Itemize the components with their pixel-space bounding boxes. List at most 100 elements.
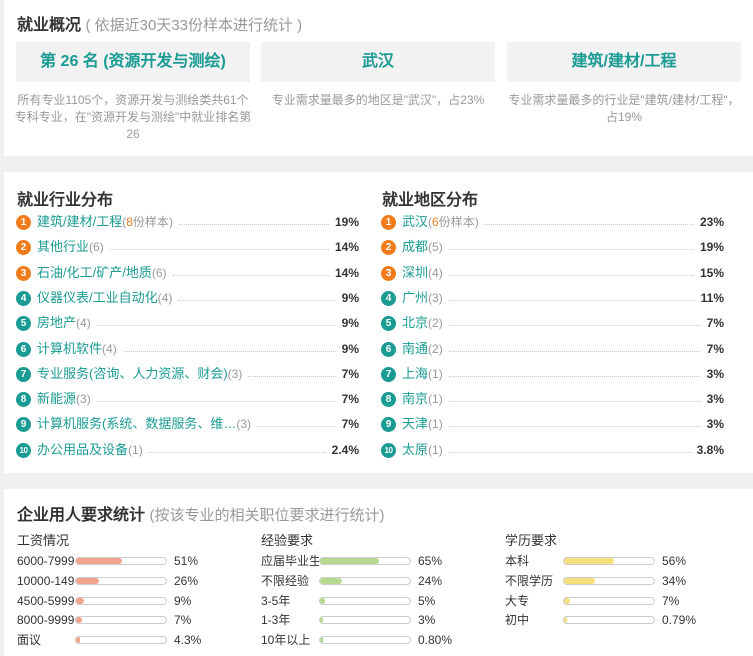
salary-bar (75, 636, 167, 645)
industry-row[interactable]: 3 石油/化工/矿产/地质(6) 14% (16, 263, 359, 283)
industry-name[interactable]: 办公用品及设备 (37, 442, 128, 457)
region-row[interactable]: 5 北京(2) 7% (381, 313, 724, 333)
industry-percentage: 7% (341, 392, 359, 407)
sample-count-value: 6 (432, 215, 439, 229)
education-percentage: 56% (662, 554, 687, 568)
region-row[interactable]: 3 深圳(4) 15% (381, 263, 724, 283)
industry-label: 石油/化工/矿产/地质(6) (37, 263, 167, 283)
industry-name[interactable]: 其他行业 (37, 239, 89, 254)
rank-badge: 6 (381, 341, 396, 357)
education-bar-fill (564, 577, 595, 584)
education-percentage: 7% (662, 593, 680, 608)
industry-percentage: 14% (334, 240, 359, 255)
rank-badge: 9 (381, 417, 396, 433)
rank-badge: 7 (381, 366, 396, 382)
leader-dots (173, 274, 329, 276)
leader-dots (449, 274, 694, 276)
salary-bar-fill (76, 637, 80, 644)
industry-row[interactable]: 1 建筑/建材/工程(8份样本) 19% (16, 212, 359, 232)
industry-name[interactable]: 房地产 (37, 315, 76, 330)
industry-row[interactable]: 10 办公用品及设备(1) 2.4% (16, 440, 359, 460)
region-row[interactable]: 2 成都(5) 19% (381, 237, 724, 257)
region-name[interactable]: 成都 (402, 239, 428, 254)
rank-badge: 5 (16, 316, 31, 332)
region-name[interactable]: 武汉 (402, 214, 428, 229)
leader-dots (149, 451, 326, 453)
industry-row[interactable]: 4 仪器仪表/工业自动化(4) 9% (16, 288, 359, 308)
sample-count: (2) (428, 316, 443, 331)
overview-subtitle: ( 依据近30天33份样本进行统计 ) (85, 17, 303, 34)
education-percentage: 0.79% (662, 613, 697, 628)
experience-percentage: 3% (418, 613, 436, 628)
industry-label: 新能源(3) (37, 389, 91, 409)
education-row: 本科 56% (505, 552, 705, 570)
sample-count: (4) (76, 316, 91, 331)
education-bar (563, 616, 655, 625)
industry-row[interactable]: 8 新能源(3) 7% (16, 389, 359, 409)
leader-dots (449, 249, 694, 251)
region-name[interactable]: 深圳 (402, 265, 428, 280)
region-name[interactable]: 天津 (402, 416, 428, 431)
salary-percentage: 9% (174, 593, 192, 608)
education-bar (563, 596, 655, 605)
sample-count-value: 1 (432, 417, 439, 432)
requirements-panel: 企业用人要求统计 (按该专业的相关职位要求进行统计) 工资情况 经验要求 学历要… (4, 489, 753, 656)
industry-name[interactable]: 石油/化工/矿产/地质 (37, 265, 152, 280)
leader-dots (248, 375, 336, 377)
leader-dots (97, 401, 336, 403)
region-percentage: 23% (699, 215, 724, 229)
experience-percentage: 5% (418, 593, 436, 608)
sample-count-value: 8 (126, 215, 133, 229)
rank-badge: 3 (16, 265, 31, 281)
sample-count: (4) (428, 265, 443, 280)
industry-row[interactable]: 2 其他行业(6) 14% (16, 237, 359, 257)
industry-name[interactable]: 新能源 (37, 391, 76, 406)
region-row[interactable]: 6 南通(2) 7% (381, 339, 724, 359)
rank-badge: 2 (16, 240, 31, 256)
sample-count-value: 3 (80, 392, 87, 407)
education-row: 大专 7% (505, 592, 705, 610)
experience-bar (319, 596, 411, 605)
region-name[interactable]: 广州 (402, 290, 428, 305)
region-row[interactable]: 8 南京(1) 3% (381, 389, 724, 409)
region-row[interactable]: 4 广州(3) 11% (381, 288, 724, 308)
education-bar (563, 576, 655, 585)
industry-name[interactable]: 计算机软件 (37, 341, 102, 356)
industry-row[interactable]: 7 专业服务(咨询、人力资源、财会)(3) 7% (16, 364, 359, 384)
industry-row[interactable]: 6 计算机软件(4) 9% (16, 339, 359, 359)
experience-label: 10年以上 (261, 633, 311, 648)
region-name[interactable]: 上海 (402, 366, 428, 381)
industry-row[interactable]: 9 计算机服务(系统、数据服务、维…(3) 7% (16, 414, 359, 434)
industry-row[interactable]: 5 房地产(4) 9% (16, 313, 359, 333)
salary-bar (75, 576, 167, 585)
industry-name[interactable]: 专业服务(咨询、人力资源、财会) (37, 366, 228, 381)
region-row[interactable]: 1 武汉(6份样本) 23% (381, 212, 724, 232)
sample-suffix: 份样本 (438, 215, 475, 229)
salary-bar-fill (76, 577, 100, 584)
region-row[interactable]: 9 天津(1) 3% (381, 414, 724, 434)
region-label: 天津(1) (402, 414, 443, 434)
industry-name[interactable]: 计算机服务(系统、数据服务、维… (37, 416, 236, 431)
experience-label: 1-3年 (261, 613, 291, 628)
sample-count: (6) (151, 265, 167, 280)
region-row[interactable]: 7 上海(1) 3% (381, 364, 724, 384)
rank-badge: 1 (16, 215, 31, 230)
sample-count: (1) (428, 366, 443, 381)
salary-label: 6000-7999 (17, 554, 75, 568)
salary-label: 4500-5999 (17, 593, 75, 608)
industry-name[interactable]: 建筑/建材/工程 (37, 214, 122, 229)
industry-distribution-title: 就业行业分布 (17, 192, 114, 209)
leader-dots (485, 224, 694, 225)
region-name[interactable]: 南通 (402, 341, 428, 356)
sample-count: (6份样本) (428, 215, 479, 229)
ranking-description: 所有专业1105个，资源开发与测绘类共61个专科专业，在"资源开发与测绘"中就业… (14, 93, 252, 141)
leader-dots (110, 249, 329, 251)
industry-name[interactable]: 仪器仪表/工业自动化 (37, 290, 158, 305)
region-label: 深圳(4) (402, 263, 443, 283)
region-name[interactable]: 太原 (402, 442, 428, 457)
leader-dots (449, 375, 701, 377)
region-row[interactable]: 10 太原(1) 3.8% (381, 440, 724, 460)
region-name[interactable]: 北京 (402, 315, 428, 330)
region-name[interactable]: 南京 (402, 391, 428, 406)
industry-label: 其他行业(6) (37, 237, 104, 257)
